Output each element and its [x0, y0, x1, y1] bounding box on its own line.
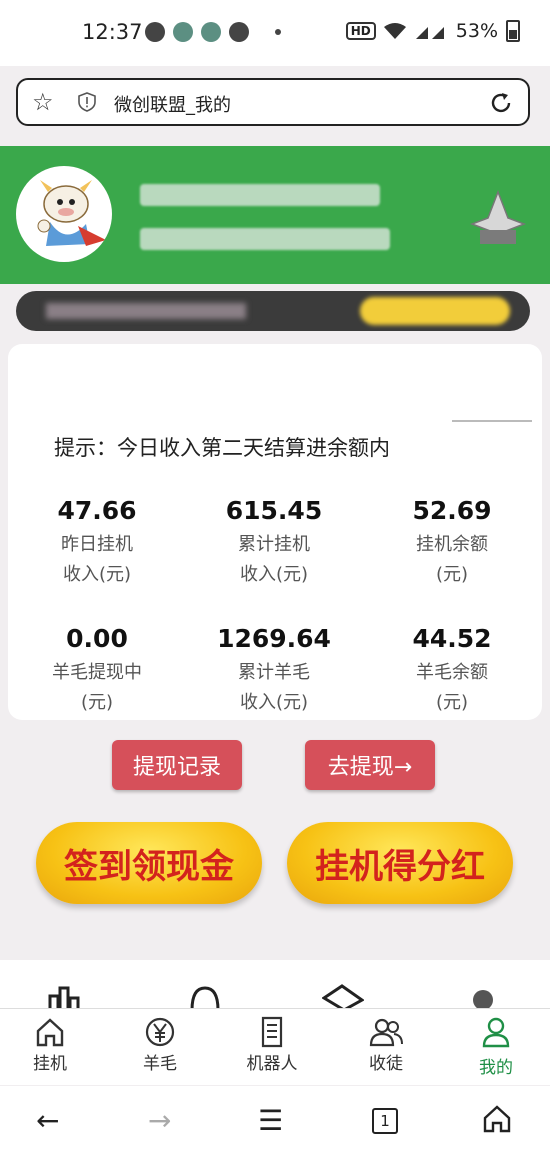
tab-label: 收徒 — [369, 1054, 403, 1074]
stat-value: 52.69 — [412, 496, 492, 525]
edit-icon[interactable] — [322, 984, 364, 1010]
rank-badge-icon[interactable] — [468, 188, 528, 248]
signal-icon — [415, 27, 444, 39]
hd-badge: HD — [345, 22, 376, 40]
stat-wool-total: 1269.64 累计羊毛 收入(元) — [194, 624, 354, 718]
stat-wool-balance: 44.52 羊毛余额 (元) — [372, 624, 532, 718]
system-nav-bar: ← → ☰ 1 — [0, 1086, 550, 1156]
profile-header — [0, 146, 550, 284]
home-nav-icon[interactable] — [482, 1104, 512, 1134]
member-status-bar[interactable] — [16, 291, 530, 331]
secondary-nav-peek — [0, 960, 550, 1010]
stat-label: 昨日挂机 收入(元) — [61, 534, 133, 585]
wifi-icon — [383, 23, 406, 39]
bell-icon[interactable] — [188, 984, 222, 1010]
tab-label: 我的 — [479, 1058, 513, 1078]
go-withdraw-button[interactable]: 去提现→ — [305, 740, 435, 790]
status-action-redacted[interactable] — [360, 297, 510, 325]
tab-yangmao[interactable]: 羊毛 — [110, 1015, 210, 1074]
stat-balance: 52.69 挂机余额 (元) — [372, 496, 532, 590]
tab-label: 羊毛 — [143, 1054, 177, 1074]
wechat-icon — [145, 22, 165, 42]
yen-icon — [145, 1017, 175, 1047]
wechat-icon — [229, 22, 249, 42]
page-title[interactable]: 微创联盟_我的 — [114, 91, 231, 117]
app-notification-icon — [201, 22, 221, 42]
user-group-icon[interactable] — [470, 988, 496, 1010]
username-redacted — [140, 184, 380, 206]
withdraw-record-button[interactable]: 提现记录 — [112, 740, 242, 790]
checkin-cash-button[interactable]: 签到领现金 — [36, 822, 262, 904]
bookmark-star-icon[interactable]: ☆ — [32, 88, 54, 116]
user-id-redacted — [140, 228, 390, 250]
forward-arrow-icon[interactable]: → — [148, 1104, 171, 1137]
avatar[interactable] — [16, 166, 112, 262]
tab-guaji[interactable]: 挂机 — [0, 1015, 100, 1074]
tab-disciples[interactable]: 收徒 — [336, 1015, 436, 1074]
stat-yesterday-income: 47.66 昨日挂机 收入(元) — [17, 496, 177, 590]
stat-label: 累计羊毛 收入(元) — [238, 662, 310, 713]
home-icon — [36, 1018, 64, 1047]
stat-wool-withdrawing: 0.00 羊毛提现中 (元) — [17, 624, 177, 718]
stat-total-income: 615.45 累计挂机 收入(元) — [194, 496, 354, 590]
reload-icon[interactable] — [488, 90, 514, 116]
tab-label: 机器人 — [246, 1054, 298, 1074]
stat-label: 羊毛提现中 (元) — [52, 662, 142, 713]
tab-label: 挂机 — [33, 1054, 67, 1074]
notice-text: 提示：今日收入第二天结算进余额内 — [54, 436, 390, 460]
divider — [452, 420, 532, 422]
tabs-count-icon[interactable]: 1 — [372, 1108, 398, 1134]
status-bar: 12:37 HD 53% — [0, 0, 550, 66]
tab-robot[interactable]: 机器人 — [222, 1015, 322, 1074]
stat-value: 44.52 — [412, 624, 492, 653]
notification-icons — [145, 22, 281, 42]
stat-value: 615.45 — [225, 496, 323, 525]
bottom-tab-bar: 挂机 羊毛 机器人 收徒 我的 — [0, 1008, 550, 1085]
users-icon — [369, 1018, 403, 1047]
chart-icon[interactable] — [46, 984, 82, 1010]
document-icon — [261, 1016, 283, 1048]
battery-percent: 53% — [455, 20, 498, 42]
stat-label: 累计挂机 收入(元) — [238, 534, 310, 585]
back-arrow-icon[interactable]: ← — [36, 1104, 59, 1137]
shield-icon[interactable] — [78, 92, 96, 112]
menu-icon[interactable]: ☰ — [258, 1104, 283, 1137]
user-icon — [482, 1017, 510, 1048]
stat-value: 1269.64 — [217, 624, 331, 653]
status-time: 12:37 — [82, 20, 143, 44]
battery-icon — [506, 20, 520, 42]
app-notification-icon — [173, 22, 193, 42]
tab-mine[interactable]: 我的 — [446, 1015, 546, 1078]
stat-value: 0.00 — [66, 624, 128, 653]
more-dot-icon — [275, 29, 281, 35]
stat-value: 47.66 — [57, 496, 137, 525]
stat-label: 羊毛余额 (元) — [416, 662, 488, 713]
dividend-button[interactable]: 挂机得分红 — [287, 822, 513, 904]
stat-label: 挂机余额 (元) — [416, 534, 488, 585]
status-redacted — [46, 303, 246, 319]
address-bar[interactable]: ☆ 微创联盟_我的 — [16, 78, 530, 126]
